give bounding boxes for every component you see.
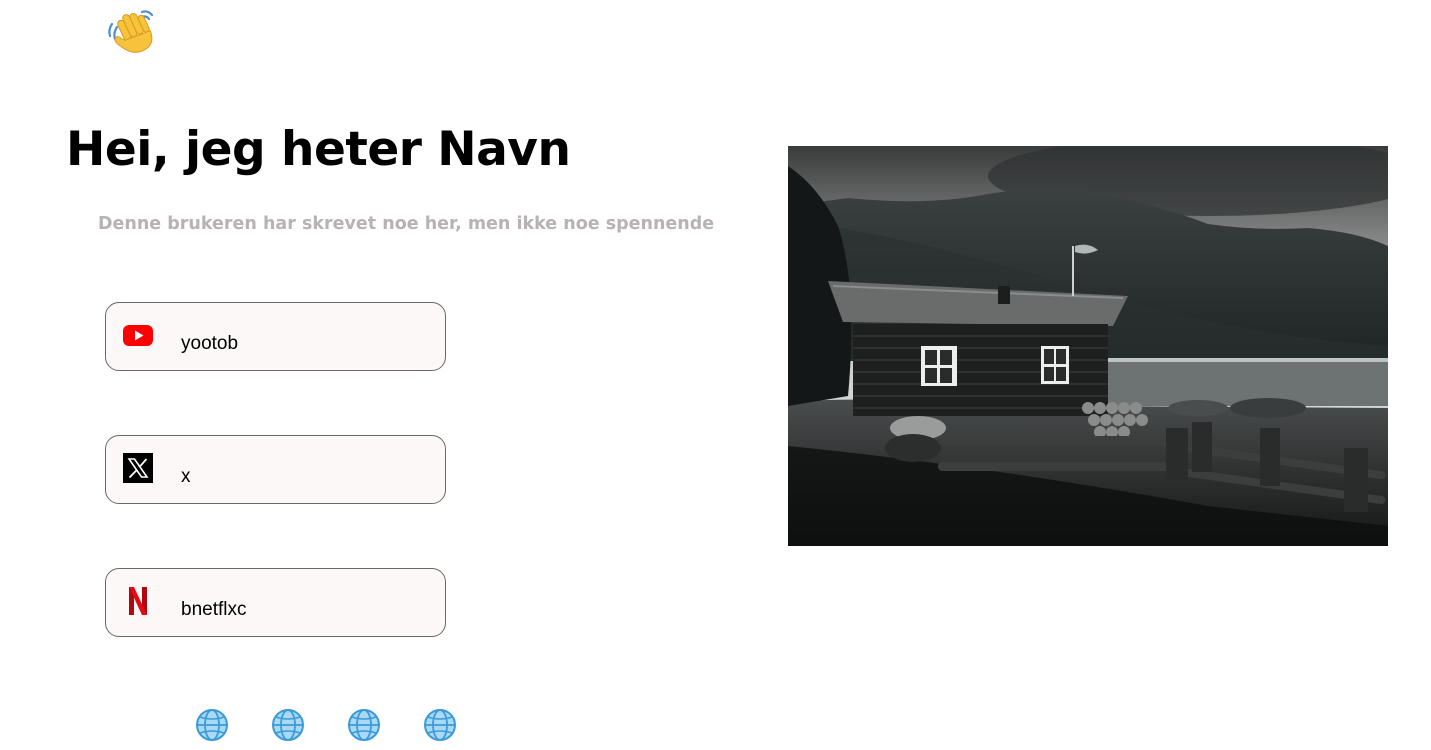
link-label: yootob — [181, 333, 239, 354]
netflix-link-card[interactable]: bnetflxc — [105, 568, 446, 637]
globe-icon[interactable] — [346, 707, 382, 743]
x-link-card[interactable]: x — [105, 435, 446, 504]
netflix-icon — [122, 585, 154, 617]
x-icon — [122, 452, 154, 484]
bio-text: Denne brukeren har skrevet noe her, men … — [98, 214, 715, 234]
link-label: x — [181, 466, 191, 487]
globe-icon[interactable] — [270, 707, 306, 743]
waving-hand-icon — [104, 6, 158, 58]
page-title: Hei, jeg heter Navn — [66, 122, 571, 177]
youtube-icon — [122, 319, 154, 351]
profile-page: Hei, jeg heter Navn Denne brukeren har s… — [0, 0, 1431, 750]
globe-icon[interactable] — [194, 707, 230, 743]
youtube-link-card[interactable]: yootob — [105, 302, 446, 371]
cabin-by-fjord-photo — [788, 146, 1388, 546]
link-label: bnetflxc — [181, 599, 247, 620]
globe-icon[interactable] — [422, 707, 458, 743]
